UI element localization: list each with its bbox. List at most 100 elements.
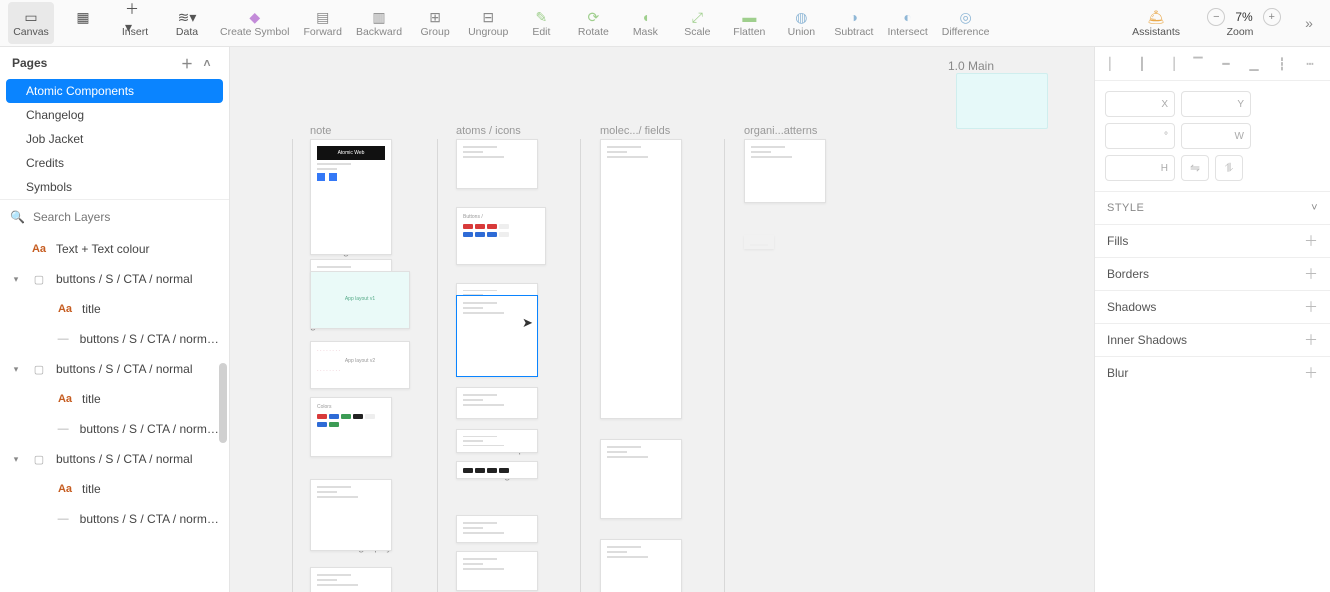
artboard[interactable] <box>600 539 682 592</box>
mask-tool[interactable]: ◖ Mask <box>622 2 668 44</box>
artboard[interactable] <box>456 515 538 543</box>
distribute-v-icon[interactable]: ┅ <box>1301 55 1319 73</box>
inspector-section-shadows[interactable]: Shadows＋ <box>1095 291 1330 323</box>
artboard[interactable] <box>744 139 826 203</box>
page-item[interactable]: Job Jacket <box>0 127 229 151</box>
layer-label: buttons / S / CTA / normal... <box>80 512 219 526</box>
artboard[interactable] <box>456 295 538 377</box>
layer-label: title <box>82 482 101 496</box>
flatten-icon: ▬ <box>739 8 759 26</box>
distribute-h-icon[interactable]: ┇ <box>1273 55 1291 73</box>
subtract-tool[interactable]: ◑ Subtract <box>830 2 877 44</box>
layer-row[interactable]: Aatitle <box>0 474 229 504</box>
forward-tool[interactable]: ▤ Forward <box>299 2 346 44</box>
layer-row[interactable]: ▾▢buttons / S / CTA / normal <box>0 354 229 384</box>
artboard[interactable] <box>456 139 538 189</box>
inspector-section-fills[interactable]: Fills＋ <box>1095 225 1330 257</box>
canvas[interactable]: 1.0 Main notebase / gridsAtomic Webgridg… <box>230 47 1094 592</box>
zoom-in-button[interactable]: + <box>1263 8 1281 26</box>
create-symbol-tool[interactable]: ◆ Create Symbol <box>216 2 293 44</box>
zoom-out-button[interactable]: − <box>1207 8 1225 26</box>
add-section-button[interactable]: ＋ <box>1304 231 1318 251</box>
add-section-button[interactable]: ＋ <box>1304 363 1318 383</box>
flip-v-button[interactable]: ⥮ <box>1215 155 1243 181</box>
scrollbar-thumb[interactable] <box>219 363 227 443</box>
style-header[interactable]: STYLE ˅ <box>1095 192 1330 224</box>
assistants-tool[interactable]: 🛎 Assistants <box>1128 2 1184 44</box>
inspector-section-blur[interactable]: Blur＋ <box>1095 357 1330 389</box>
flatten-tool[interactable]: ▬ Flatten <box>726 2 772 44</box>
insert-tool[interactable]: ＋▾ Insert <box>112 2 158 44</box>
artboard[interactable] <box>600 139 682 419</box>
page-item[interactable]: Atomic Components <box>6 79 223 103</box>
layers-scrollbar[interactable] <box>217 323 229 592</box>
layer-row[interactable]: Aatitle <box>0 384 229 414</box>
y-field[interactable]: Y <box>1181 91 1251 117</box>
artboard[interactable]: Atomic Web <box>310 139 392 255</box>
align-left-icon[interactable]: ▏ <box>1105 55 1123 73</box>
align-bottom-icon[interactable]: ▁ <box>1245 55 1263 73</box>
flip-h-button[interactable]: ⇋ <box>1181 155 1209 181</box>
layer-row[interactable]: ▾▢buttons / S / CTA / normal <box>0 264 229 294</box>
layer-row[interactable]: —buttons / S / CTA / normal... <box>0 504 229 534</box>
add-section-button[interactable]: ＋ <box>1304 297 1318 317</box>
rotate-tool[interactable]: ⟳ Rotate <box>570 2 616 44</box>
x-field[interactable]: X <box>1105 91 1175 117</box>
artboard[interactable] <box>456 387 538 419</box>
y-label: Y <box>1237 99 1244 110</box>
disclosure-icon[interactable]: ▾ <box>10 274 22 285</box>
artboard[interactable]: Buttons / <box>456 207 546 265</box>
union-icon: ◍ <box>791 8 811 26</box>
align-center-v-icon[interactable]: ━ <box>1217 55 1235 73</box>
page-item[interactable]: Credits <box>0 151 229 175</box>
align-center-h-icon[interactable]: ┃ <box>1133 55 1151 73</box>
layer-row[interactable]: ▾▢buttons / S / CTA / normal <box>0 444 229 474</box>
add-section-button[interactable]: ＋ <box>1304 330 1318 350</box>
align-right-icon[interactable]: ▕ <box>1161 55 1179 73</box>
collapse-pages-button[interactable]: ˄ <box>197 56 217 70</box>
data-tool[interactable]: ≋▾ Data <box>164 2 210 44</box>
page-item[interactable]: Changelog <box>0 103 229 127</box>
artboard[interactable] <box>600 439 682 519</box>
align-top-icon[interactable]: ▔ <box>1189 55 1207 73</box>
artboard[interactable]: App layout v1 <box>310 271 410 329</box>
artboard[interactable] <box>456 429 538 453</box>
zoom-tool[interactable]: − 7% + Zoom <box>1190 2 1290 44</box>
union-tool[interactable]: ◍ Union <box>778 2 824 44</box>
angle-field[interactable]: ° <box>1105 123 1175 149</box>
overview-thumbnail[interactable] <box>956 73 1048 129</box>
layer-search-input[interactable] <box>33 210 219 224</box>
layer-row[interactable]: —buttons / S / CTA / normal... <box>0 324 229 354</box>
scale-tool[interactable]: ⤢ Scale <box>674 2 720 44</box>
artboard[interactable] <box>310 479 392 551</box>
inspector-section-borders[interactable]: Borders ＋ <box>1095 258 1330 290</box>
inspector-section-inner shadows[interactable]: Inner Shadows＋ <box>1095 324 1330 356</box>
backward-tool[interactable]: ▥ Backward <box>352 2 406 44</box>
artboard[interactable] <box>456 461 538 479</box>
components-tool[interactable]: ▦ . <box>60 2 106 44</box>
canvas-tool[interactable]: ▭ Canvas <box>8 2 54 44</box>
intersect-tool[interactable]: ◐ Intersect <box>883 2 931 44</box>
artboard[interactable] <box>310 567 392 592</box>
toolbar-overflow-button[interactable]: » <box>1296 15 1322 31</box>
artboard[interactable]: · · · · · · · ·App layout v2· · · · · · … <box>310 341 410 389</box>
w-field[interactable]: W <box>1181 123 1251 149</box>
layer-row[interactable]: —buttons / S / CTA / normal... <box>0 414 229 444</box>
ungroup-tool[interactable]: ⊟ Ungroup <box>464 2 512 44</box>
artboard[interactable] <box>744 235 774 249</box>
group-tool[interactable]: ⊞ Group <box>412 2 458 44</box>
add-page-button[interactable]: ＋ <box>177 55 197 72</box>
difference-tool[interactable]: ◎ Difference <box>938 2 994 44</box>
h-field[interactable]: H <box>1105 155 1175 181</box>
disclosure-icon[interactable]: ▾ <box>10 454 22 465</box>
edit-tool[interactable]: ✎ Edit <box>518 2 564 44</box>
artboard[interactable] <box>456 551 538 591</box>
layer-row[interactable]: AaText + Text colour <box>0 234 229 264</box>
add-section-button[interactable]: ＋ <box>1304 264 1318 284</box>
layer-row[interactable]: Aatitle <box>0 294 229 324</box>
symbol-icon: — <box>55 423 72 435</box>
page-item[interactable]: Symbols <box>0 175 229 199</box>
artboard[interactable]: Colors <box>310 397 392 457</box>
disclosure-icon[interactable]: ▾ <box>10 364 22 375</box>
section-label: Borders <box>1107 267 1149 281</box>
